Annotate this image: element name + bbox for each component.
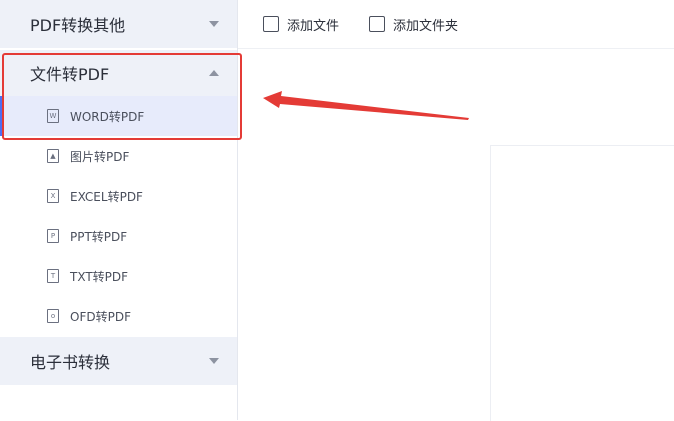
add-file-button[interactable]: 添加文件 xyxy=(263,12,339,36)
sidebar-item-ofd-to-pdf[interactable]: o OFD转PDF xyxy=(0,296,237,336)
sidebar: PDF转换其他 文件转PDF W WORD转PDF ▲ 图片转PDF X EXC… xyxy=(0,0,238,420)
chevron-down-icon[interactable] xyxy=(209,358,219,364)
section-ebook-convert[interactable]: 电子书转换 xyxy=(0,337,237,385)
section-title: 文件转PDF xyxy=(30,65,110,84)
sidebar-item-label: TXT转PDF xyxy=(70,269,129,284)
arrow-icon xyxy=(263,91,469,120)
add-folder-button[interactable]: 添加文件夹 xyxy=(369,12,458,36)
sidebar-item-txt-to-pdf[interactable]: T TXT转PDF xyxy=(0,256,237,296)
chevron-down-icon[interactable] xyxy=(209,21,219,27)
ppt-file-icon: P xyxy=(47,229,59,243)
sidebar-item-label: EXCEL转PDF xyxy=(70,189,143,204)
add-file-label: 添加文件 xyxy=(287,18,340,34)
txt-file-icon: T xyxy=(47,269,59,283)
add-file-icon xyxy=(263,16,279,32)
sidebar-item-label: PPT转PDF xyxy=(70,229,128,244)
file-drop-area[interactable] xyxy=(490,145,674,421)
toolbar: 添加文件 添加文件夹 xyxy=(238,0,674,49)
word-file-icon: W xyxy=(47,109,59,123)
sidebar-item-ppt-to-pdf[interactable]: P PPT转PDF xyxy=(0,216,237,256)
active-indicator xyxy=(0,96,4,136)
excel-file-icon: X xyxy=(47,189,59,203)
add-folder-label: 添加文件夹 xyxy=(393,18,459,34)
image-file-icon: ▲ xyxy=(47,149,59,163)
section-pdf-to-other[interactable]: PDF转换其他 xyxy=(0,0,237,48)
section-title: PDF转换其他 xyxy=(30,16,126,35)
sidebar-item-image-to-pdf[interactable]: ▲ 图片转PDF xyxy=(0,136,237,176)
section-file-to-pdf[interactable]: 文件转PDF xyxy=(0,50,237,96)
add-folder-icon xyxy=(369,16,385,32)
sidebar-item-label: 图片转PDF xyxy=(70,149,130,164)
sidebar-item-label: OFD转PDF xyxy=(70,309,131,324)
chevron-up-icon[interactable] xyxy=(209,70,219,76)
sidebar-item-word-to-pdf[interactable]: W WORD转PDF xyxy=(0,96,237,136)
sidebar-item-excel-to-pdf[interactable]: X EXCEL转PDF xyxy=(0,176,237,216)
ofd-file-icon: o xyxy=(47,309,59,323)
section-title: 电子书转换 xyxy=(30,353,111,372)
sidebar-item-label: WORD转PDF xyxy=(70,109,145,124)
